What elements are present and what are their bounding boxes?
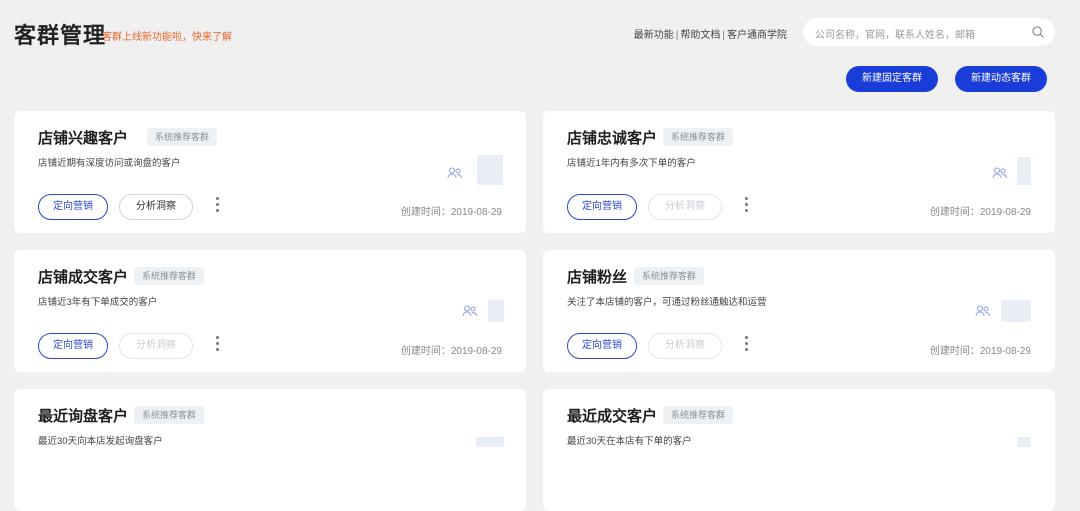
new-dynamic-segment-button[interactable]: 新建动态客群 (955, 66, 1047, 92)
segment-card: 最近成交客户 系统推荐客群 最近30天在本店有下单的客户 (543, 389, 1055, 511)
more-vertical-icon[interactable] (743, 197, 749, 217)
top-links: 最新功能 | 帮助文档 | 客户通商学院 (633, 30, 787, 41)
segment-card: 最近询盘客户 系统推荐客群 最近30天向本店发起询盘客户 (14, 389, 526, 511)
segment-card: 店铺粉丝 系统推荐客群 关注了本店铺的客户，可通过粉丝通触达和运营 定向营销 分… (543, 250, 1055, 372)
segment-description: 最近30天向本店发起询盘客户 (38, 436, 163, 447)
segment-tag: 系统推荐客群 (663, 128, 734, 146)
segment-card: 店铺忠诚客户 系统推荐客群 店铺近1年内有多次下单的客户 定向营销 分析洞察 创… (543, 111, 1055, 233)
search-input[interactable]: 公司名称，官网，联系人姓名，邮箱 (803, 18, 1055, 46)
avatar-stack (488, 300, 504, 322)
feature-announcement-link[interactable]: 客群上线新功能啦，快来了解 (102, 28, 232, 43)
created-time: 创建时间：2019-08-29 (400, 207, 502, 218)
segment-description: 店铺近1年内有多次下单的客户 (567, 158, 696, 169)
created-time: 创建时间：2019-08-29 (929, 207, 1031, 218)
segment-card: 店铺兴趣客户 系统推荐客群 店铺近期有深度访问或询盘的客户 定向营销 分析洞察 … (14, 111, 526, 233)
targeted-marketing-button[interactable]: 定向营销 (567, 194, 637, 220)
segment-name: 最近询盘客户 (38, 408, 129, 425)
segment-description: 店铺近3年有下单成交的客户 (38, 297, 158, 308)
more-vertical-icon[interactable] (214, 197, 220, 217)
segment-tag: 系统推荐客群 (634, 267, 705, 285)
segment-card: 店铺成交客户 系统推荐客群 店铺近3年有下单成交的客户 定向营销 分析洞察 创建… (14, 250, 526, 372)
link-help-docs[interactable]: 帮助文档 (680, 30, 720, 41)
avatar-stack (1017, 437, 1031, 447)
created-time: 创建时间：2019-08-29 (929, 346, 1031, 357)
page-header: 客群管理 客群上线新功能啦，快来了解 最新功能 | 帮助文档 | 客户通商学院 公司名称… (0, 0, 1080, 64)
segment-name: 店铺成交客户 (38, 269, 129, 286)
segment-tag: 系统推荐客群 (147, 128, 218, 146)
people-icon (462, 305, 477, 317)
analysis-insight-button[interactable]: 分析洞察 (119, 333, 193, 359)
created-time: 创建时间：2019-08-29 (400, 346, 502, 357)
segment-description: 店铺近期有深度访问或询盘的客户 (38, 158, 181, 169)
more-vertical-icon[interactable] (214, 336, 220, 356)
segment-tag: 系统推荐客群 (134, 406, 205, 424)
segment-tag: 系统推荐客群 (663, 406, 734, 424)
search-placeholder: 公司名称，官网，联系人姓名，邮箱 (815, 30, 975, 41)
analysis-insight-button[interactable]: 分析洞察 (648, 333, 722, 359)
analysis-insight-button[interactable]: 分析洞察 (119, 194, 193, 220)
segment-name: 店铺兴趣客户 (38, 130, 129, 147)
avatar-stack (1001, 300, 1031, 322)
people-icon (975, 305, 990, 317)
search-icon[interactable] (1031, 25, 1045, 39)
targeted-marketing-button[interactable]: 定向营销 (567, 333, 637, 359)
segment-description: 关注了本店铺的客户，可通过粉丝通触达和运营 (567, 297, 767, 308)
segment-description: 最近30天在本店有下单的客户 (567, 436, 692, 447)
new-fixed-segment-button[interactable]: 新建固定客群 (846, 66, 938, 92)
segment-name: 店铺粉丝 (567, 269, 628, 286)
targeted-marketing-button[interactable]: 定向营销 (38, 194, 108, 220)
segment-name: 店铺忠诚客户 (567, 130, 658, 147)
analysis-insight-button[interactable]: 分析洞察 (648, 194, 722, 220)
targeted-marketing-button[interactable]: 定向营销 (38, 333, 108, 359)
people-icon (447, 167, 462, 179)
avatar-stack (477, 155, 503, 185)
people-icon (992, 167, 1007, 179)
avatar-stack (1017, 157, 1031, 185)
more-vertical-icon[interactable] (743, 336, 749, 356)
segment-name: 最近成交客户 (567, 408, 658, 425)
link-academy[interactable]: 客户通商学院 (727, 30, 787, 41)
link-new-features[interactable]: 最新功能 (634, 30, 674, 41)
page-title: 客群管理 (14, 23, 107, 48)
avatar-stack (476, 437, 504, 447)
segment-tag: 系统推荐客群 (134, 267, 205, 285)
